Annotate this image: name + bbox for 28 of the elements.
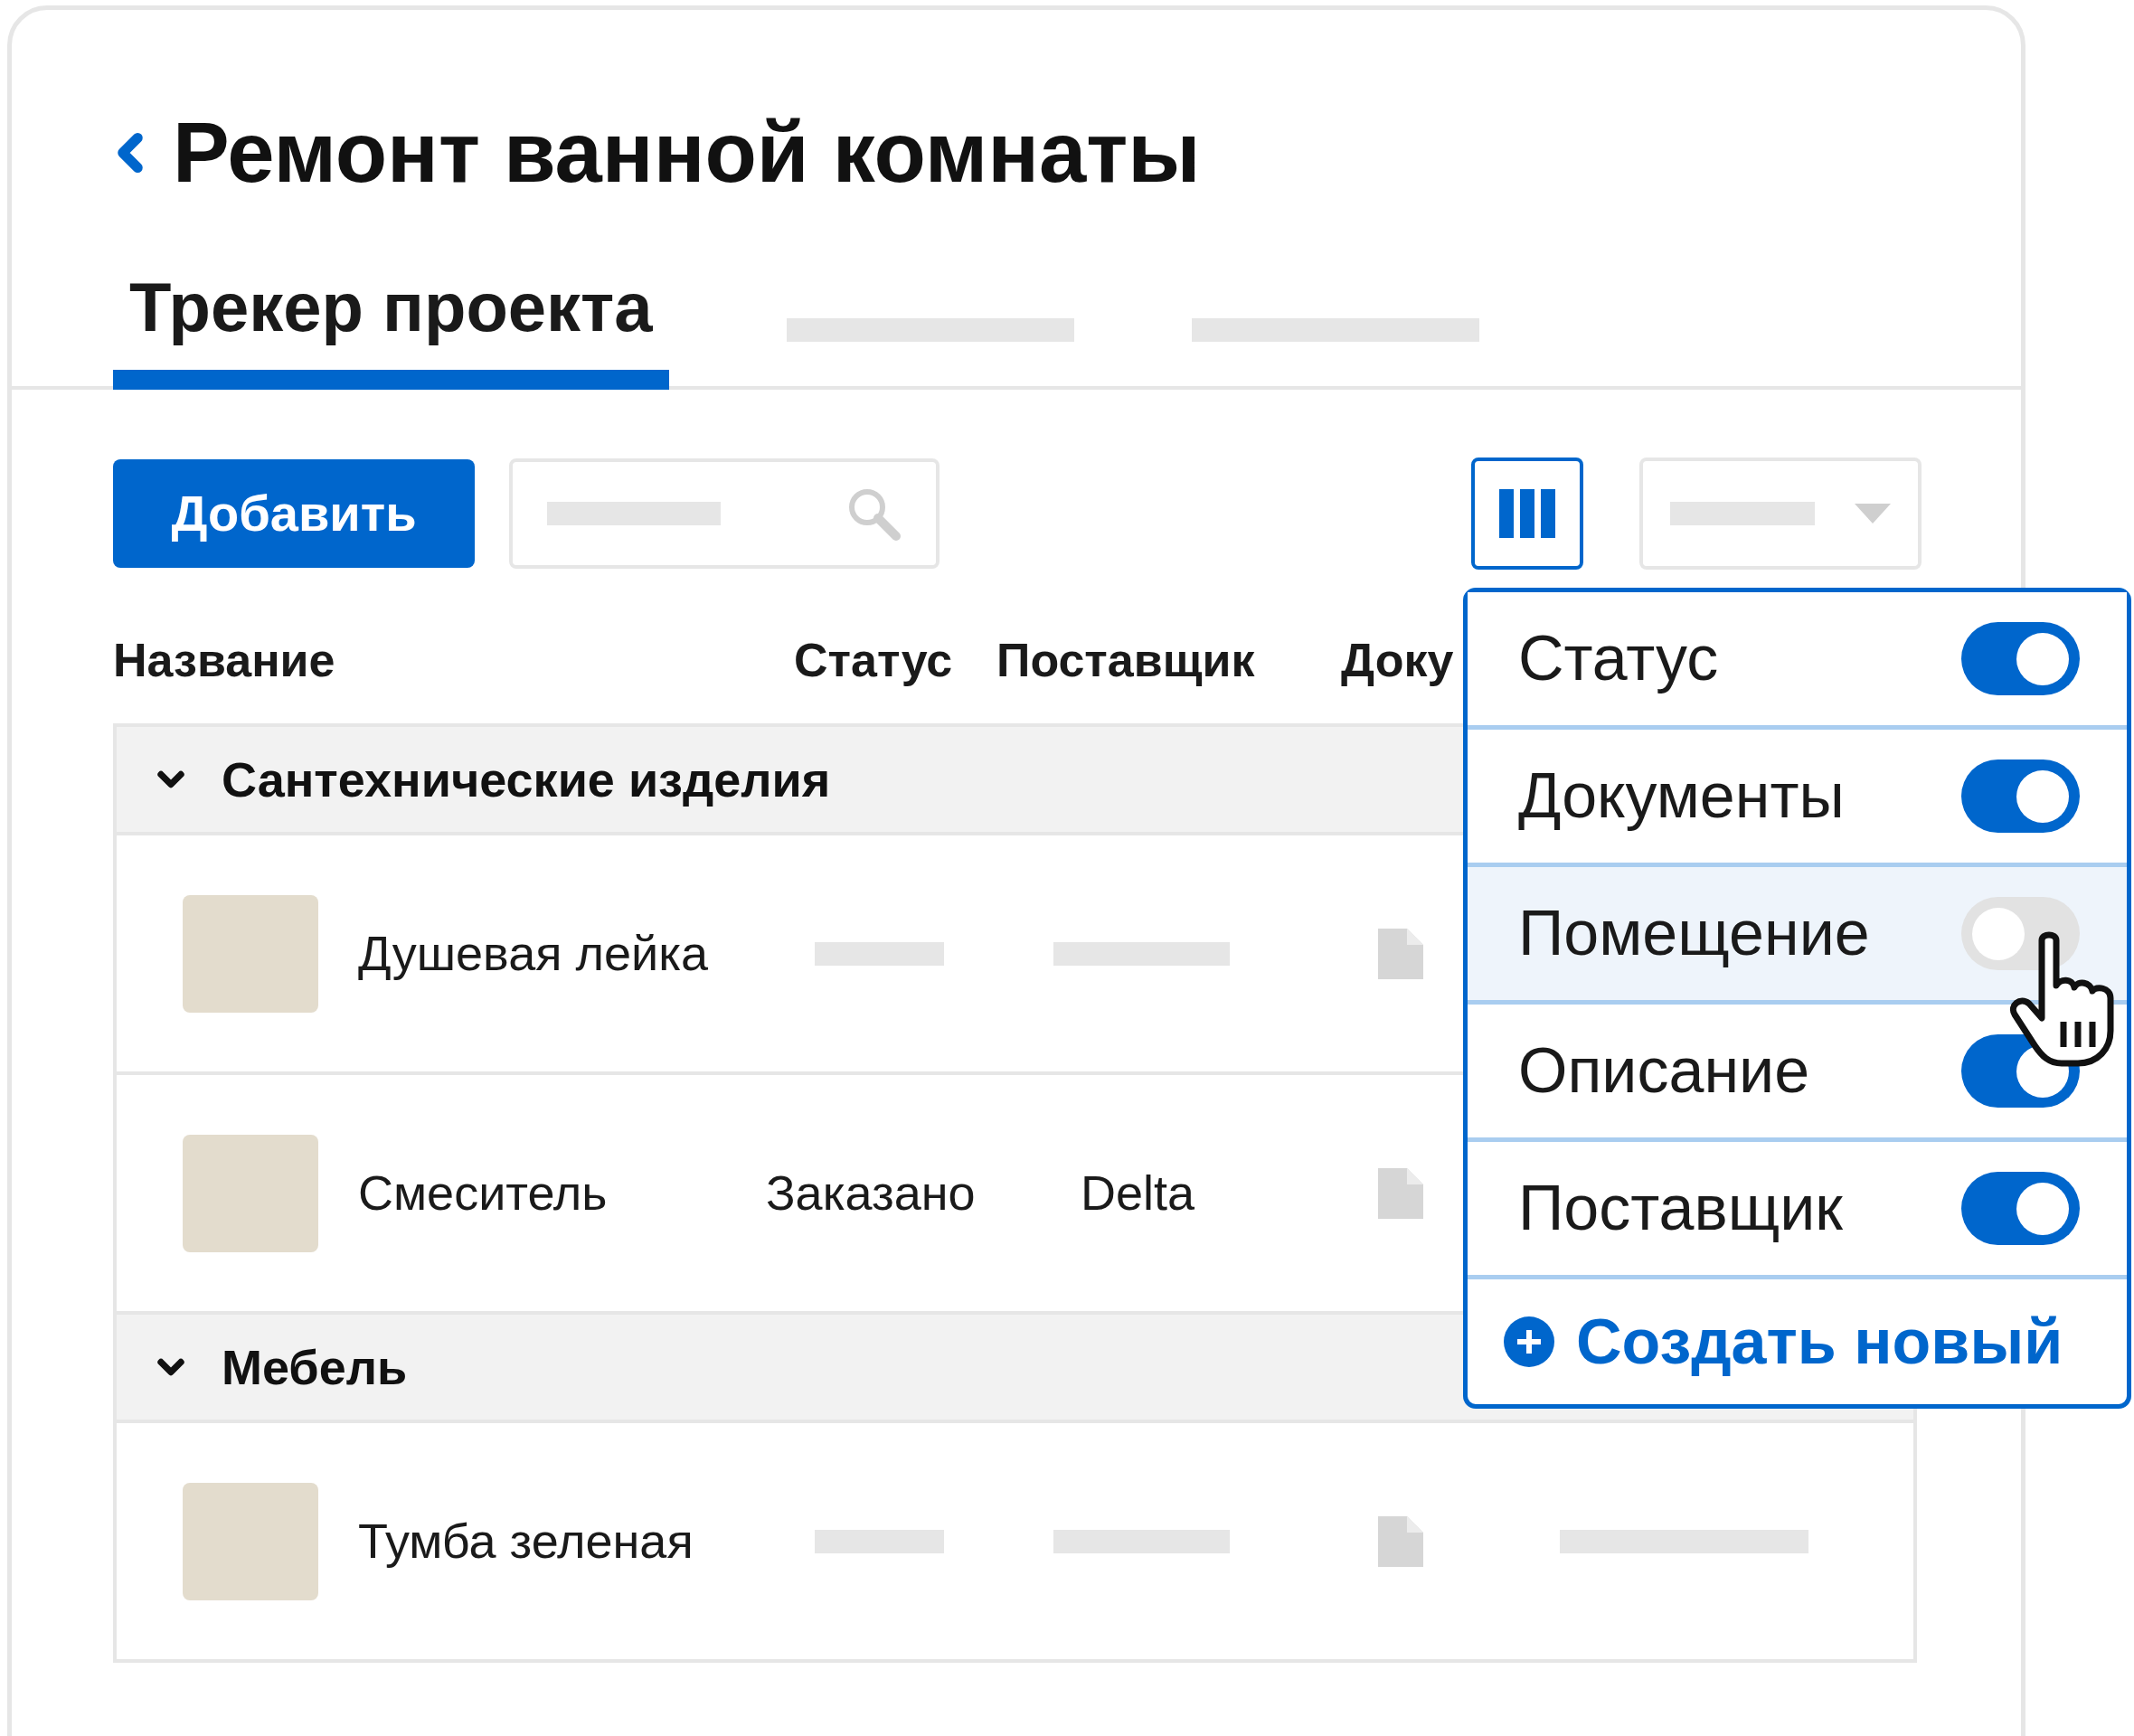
columns-icon (1499, 489, 1555, 538)
column-header: Название (113, 634, 335, 686)
add-button[interactable]: Добавить (113, 459, 475, 568)
menu-item-label: Документы (1518, 760, 1845, 833)
menu-item-label: Статус (1518, 622, 1719, 695)
supplier-text: Delta (1081, 1165, 1195, 1220)
column-header: Доку (1341, 634, 1454, 686)
page-title: Ремонт ванной комнаты (173, 108, 1201, 198)
caret-icon (1855, 504, 1891, 524)
item-name: Душевая лейка (358, 926, 709, 980)
menu-item-label: Помещение (1518, 897, 1870, 970)
item-name: Смеситель (358, 1165, 608, 1220)
column-header: Поставщик (996, 634, 1255, 686)
document-icon (1378, 1515, 1423, 1567)
menu-item[interactable]: Статус (1468, 592, 2127, 730)
document-icon (1378, 928, 1423, 979)
status-text: Заказано (766, 1165, 976, 1220)
tab[interactable]: Трекер проекта (113, 267, 669, 390)
document-icon (1378, 1167, 1423, 1219)
search-field[interactable] (509, 458, 940, 569)
columns-button[interactable] (1471, 458, 1583, 570)
plus-circle-icon (1504, 1316, 1554, 1367)
menu-item-label: Поставщик (1518, 1172, 1843, 1245)
group-name: Мебель (222, 1338, 408, 1396)
item-name: Тумба зеленая (358, 1514, 694, 1568)
column-header: Статус (794, 634, 953, 686)
menu-item[interactable]: Помещение (1468, 867, 2127, 1005)
group-name: Сантехнические изделия (222, 750, 831, 808)
